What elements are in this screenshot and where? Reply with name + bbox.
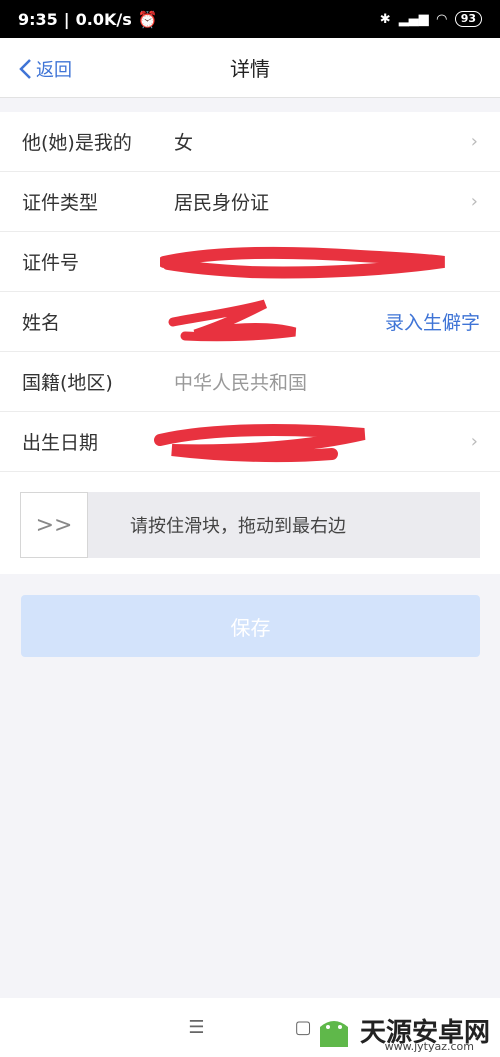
relation-label: 他(她)是我的 — [22, 132, 132, 154]
save-button[interactable]: 保存 — [21, 595, 480, 657]
back-button[interactable]: 返回 — [18, 56, 72, 82]
slider-area: >> 请按住滑块，拖动到最右边 — [0, 472, 500, 574]
alarm-icon: ⏰ — [137, 9, 158, 29]
wifi-icon: ◠ — [436, 11, 447, 27]
name-label: 姓名 — [22, 312, 61, 334]
menu-icon[interactable]: ☰ — [188, 1017, 204, 1038]
redaction-scribble — [160, 246, 445, 279]
bluetooth-icon: ✱ — [379, 11, 391, 27]
relation-row[interactable]: 他(她)是我的 女 › — [0, 112, 500, 172]
redaction-scribble — [168, 299, 297, 342]
id-type-row[interactable]: 证件类型 居民身份证 › — [0, 172, 500, 232]
rare-character-link[interactable]: 录入生僻字 — [385, 308, 480, 335]
page-title: 详情 — [230, 57, 270, 81]
slider-hint: 请按住滑块，拖动到最右边 — [130, 516, 346, 537]
chevron-right-icon: › — [470, 431, 478, 452]
android-logo — [319, 1020, 348, 1047]
detail-form: 他(她)是我的 女 › 证件类型 居民身份证 › 证件号 姓名 录入生僻字 国籍… — [0, 112, 500, 574]
chevron-right-icon: › — [470, 191, 478, 212]
nav-bar: 返回 详情 — [0, 38, 500, 98]
birthdate-row[interactable]: 出生日期 › — [0, 412, 500, 472]
id-type-value: 居民身份证 — [174, 192, 270, 214]
watermark-url: www.jytyaz.com — [384, 1040, 474, 1053]
status-speed: 0.0K/s — [75, 9, 132, 29]
home-icon[interactable]: ▢ — [295, 1017, 312, 1038]
nationality-value: 中华人民共和国 — [174, 372, 308, 394]
captcha-slider[interactable]: >> 请按住滑块，拖动到最右边 — [20, 492, 480, 558]
relation-value: 女 — [174, 132, 194, 154]
chevron-left-icon — [19, 59, 31, 79]
status-time: 9:35 — [18, 9, 58, 29]
chevron-right-icon: › — [470, 131, 478, 152]
status-bar: 9:35 | 0.0K/s ⏰ ✱ ▂▄▆ ◠ 93 — [0, 0, 500, 38]
id-type-label: 证件类型 — [22, 192, 99, 214]
redaction-scribble — [154, 424, 366, 463]
id-number-label: 证件号 — [22, 252, 80, 274]
nationality-row: 国籍(地区) 中华人民共和国 — [0, 352, 500, 412]
slider-handle[interactable]: >> — [20, 492, 88, 558]
back-label: 返回 — [36, 60, 72, 81]
system-nav-bar: ☰ ▢ 天源安卓网 www.jytyaz.com — [0, 998, 500, 1057]
watermark: 天源安卓网 www.jytyaz.com — [314, 1012, 490, 1053]
id-number-row[interactable]: 证件号 — [0, 232, 500, 292]
battery-icon: 93 — [454, 11, 482, 27]
name-row[interactable]: 姓名 录入生僻字 — [0, 292, 500, 352]
signal-icon: ▂▄▆ — [398, 11, 429, 27]
nationality-label: 国籍(地区) — [22, 372, 113, 394]
